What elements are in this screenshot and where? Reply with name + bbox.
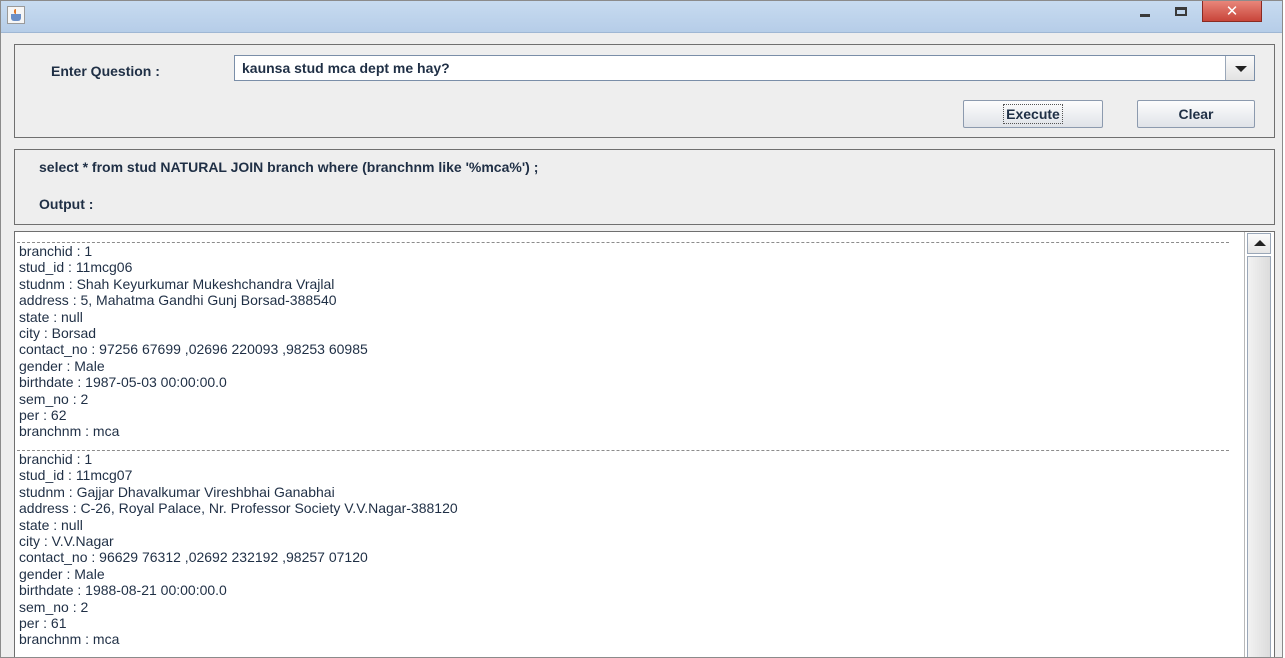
question-label: Enter Question : xyxy=(51,63,160,79)
output-line: birthdate : 1987-05-03 00:00:00.0 xyxy=(19,374,227,391)
close-button[interactable]: ✕ xyxy=(1202,1,1262,22)
output-text-area[interactable]: branchid : 1 stud_id : 11mcg06 studnm : Sh… xyxy=(15,232,1230,657)
output-line: branchnm : mca xyxy=(19,423,120,440)
output-line: branchid : 1 xyxy=(19,450,93,467)
question-combobox[interactable]: kaunsa stud mca dept me hay? xyxy=(234,55,1255,81)
close-icon: ✕ xyxy=(1225,2,1239,20)
output-line: per : 61 xyxy=(19,614,67,631)
output-line: address : C-26, Royal Palace, Nr. Profes… xyxy=(19,500,458,517)
arrow-up-icon xyxy=(1254,240,1266,246)
output-line: state : null xyxy=(19,308,83,325)
execute-button-label: Execute xyxy=(1003,104,1063,124)
output-line: city : Borsad xyxy=(19,325,97,342)
app-window: ✕ Enter Question : kaunsa stud mca dept … xyxy=(0,0,1283,658)
clear-button-label: Clear xyxy=(1178,106,1214,122)
output-line: studnm : Gajjar Dhavalkumar Vireshbhai G… xyxy=(19,483,335,500)
query-panel: select * from stud NATURAL JOIN branch w… xyxy=(14,149,1275,225)
output-panel[interactable]: branchid : 1 stud_id : 11mcg06 studnm : Sh… xyxy=(14,231,1275,657)
output-line: birthdate : 1988-08-21 00:00:00.0 xyxy=(19,582,227,599)
java-cup-icon xyxy=(7,6,25,24)
output-line: gender : Male xyxy=(19,565,105,582)
output-line: sem_no : 2 xyxy=(19,598,89,615)
chevron-down-icon xyxy=(1235,66,1247,72)
minimize-button[interactable] xyxy=(1128,1,1162,22)
output-line: per : 62 xyxy=(19,407,67,424)
question-input[interactable]: kaunsa stud mca dept me hay? xyxy=(242,60,450,76)
vertical-scrollbar[interactable] xyxy=(1244,232,1274,657)
output-label: Output : xyxy=(39,196,94,212)
output-line: sem_no : 2 xyxy=(19,390,89,407)
execute-button[interactable]: Execute xyxy=(963,100,1103,128)
output-line: stud_id : 11mcg07 xyxy=(19,467,133,484)
clear-button[interactable]: Clear xyxy=(1137,100,1255,128)
output-line: state : null xyxy=(19,516,83,533)
output-line: stud_id : 11mcg06 xyxy=(19,259,133,276)
scroll-up-button[interactable] xyxy=(1247,233,1271,254)
output-line: studnm : Shah Keyurkumar Mukeshchandra V… xyxy=(19,275,335,292)
combobox-dropdown-button[interactable] xyxy=(1225,56,1254,80)
output-line: contact_no : 97256 67699 ,02696 220093 ,… xyxy=(19,341,368,358)
output-record: branchid : 1 stud_id : 11mcg07 studnm : Ga… xyxy=(15,451,1230,648)
output-line: address : 5, Mahatma Gandhi Gunj Borsad-… xyxy=(19,292,337,309)
record-separator xyxy=(17,440,1229,451)
generated-sql-query: select * from stud NATURAL JOIN branch w… xyxy=(39,159,539,175)
output-line: gender : Male xyxy=(19,357,105,374)
output-line: branchnm : mca xyxy=(19,631,120,648)
record-separator xyxy=(17,232,1229,243)
maximize-button[interactable] xyxy=(1164,1,1198,22)
question-panel: Enter Question : kaunsa stud mca dept me… xyxy=(14,44,1275,138)
scrollbar-thumb[interactable] xyxy=(1247,256,1271,657)
maximize-icon xyxy=(1175,7,1187,16)
output-line: branchid : 1 xyxy=(19,243,93,259)
output-record: branchid : 1 stud_id : 11mcg06 studnm : Sh… xyxy=(15,243,1230,440)
minimize-icon xyxy=(1140,14,1150,17)
title-bar[interactable]: ✕ xyxy=(1,1,1282,33)
output-line: city : V.V.Nagar xyxy=(19,532,114,549)
output-line: contact_no : 96629 76312 ,02692 232192 ,… xyxy=(19,549,368,566)
